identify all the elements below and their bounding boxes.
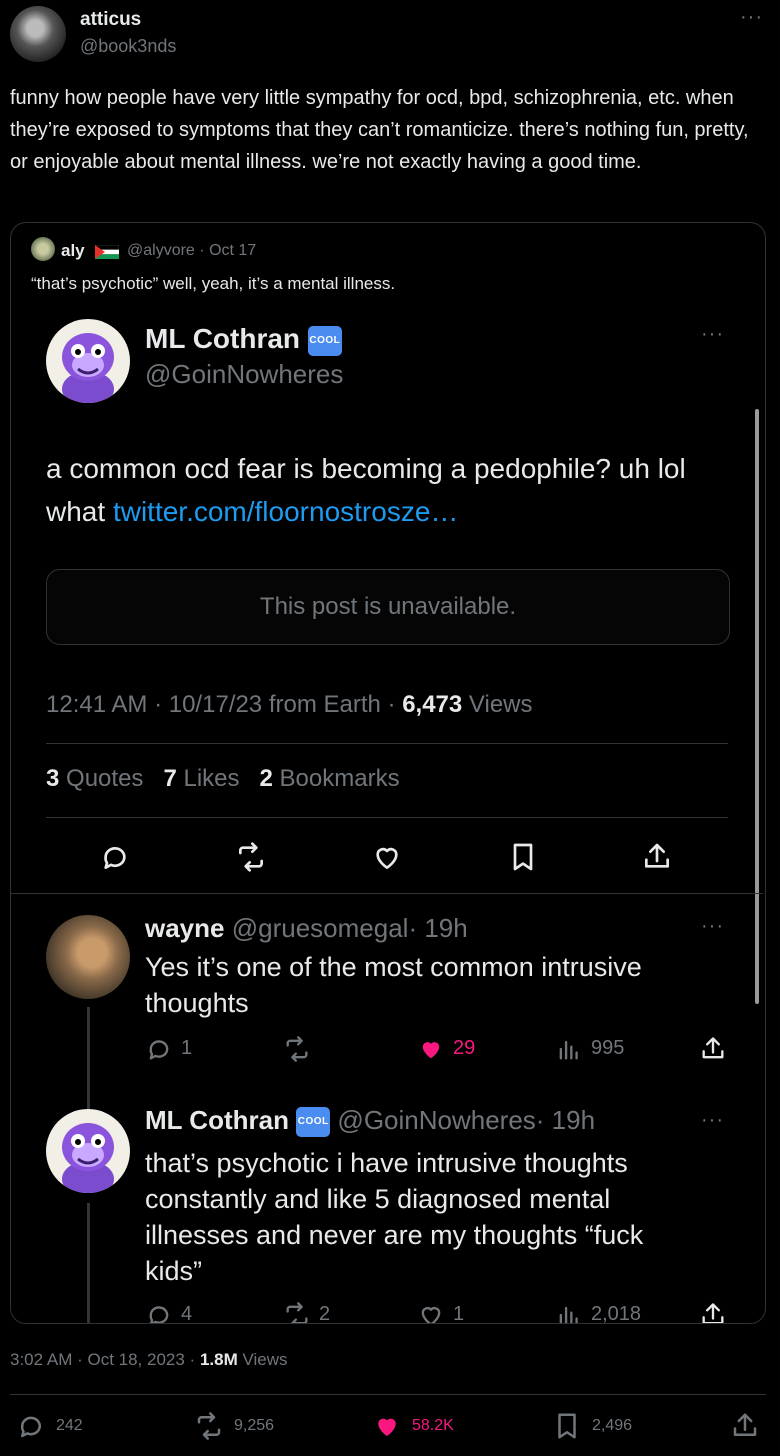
post-text-block: a common ocd fear is becoming a pedophil… [46, 447, 746, 533]
post-handle: @GoinNowheres [145, 359, 344, 389]
reply-time: · 19h [535, 1105, 596, 1135]
reply-handle: @GoinNowheres [337, 1105, 536, 1135]
reply-more-icon: ··· [701, 915, 724, 937]
bookmark-count: 2,496 [592, 1417, 633, 1434]
likes-count: 7 [163, 765, 177, 792]
cool-badge-icon: COOL [307, 325, 342, 356]
share-icon [702, 1303, 724, 1323]
reply-count: 242 [56, 1417, 83, 1434]
like-count: 58.2K [412, 1417, 454, 1434]
likes-label: Likes [183, 765, 240, 792]
post-timestamp: 12:41 AM · 10/17/23 from Earth · 6,473 V… [46, 691, 533, 719]
retweet-button[interactable]: 9,256 [194, 1410, 274, 1442]
divider [10, 1394, 766, 1395]
views-count: 995 [591, 1037, 625, 1059]
post-avatar [46, 319, 130, 403]
reply-button[interactable]: 242 [16, 1410, 83, 1442]
unavailable-post-card: This post is unavailable. [46, 569, 730, 645]
more-options-icon[interactable]: ··· [740, 6, 763, 29]
tweet-time[interactable]: 3:02 AM · Oct 18, 2023 · [10, 1350, 195, 1369]
retweet-icon [197, 1412, 221, 1440]
views-icon [559, 1306, 578, 1323]
quote-handle: @alyvore [127, 242, 195, 259]
like-icon [421, 1307, 441, 1323]
retweet-icon [286, 1302, 308, 1323]
divider [46, 817, 728, 818]
views-count: 2,018 [591, 1303, 642, 1324]
reply-icon [20, 1416, 41, 1438]
quote-separator: · [199, 242, 205, 259]
share-icon [702, 1037, 724, 1059]
reply-avatar [46, 1109, 130, 1193]
quoted-tweet[interactable]: aly @alyvore · Oct 17 “that’s psychotic”… [10, 222, 766, 1324]
quote-text: “that’s psychotic” well, yeah, it’s a me… [31, 274, 396, 293]
reply-time: · 19h [408, 913, 468, 943]
post-views-label: Views [468, 691, 533, 718]
post-author-name: ML Cothran [145, 323, 301, 354]
tweet-meta: 3:02 AM · Oct 18, 2023 · 1.8M Views [10, 1350, 288, 1370]
cool-badge-icon: COOL [296, 1107, 331, 1138]
liked-heart-icon [422, 1042, 440, 1059]
share-button[interactable] [730, 1410, 760, 1442]
post-stats: 3 Quotes 7 Likes 2 Bookmarks [46, 765, 400, 793]
tweet-text: funny how people have very little sympat… [10, 87, 749, 173]
reply-text: that’s psychotic i have intrusive though… [145, 1148, 644, 1286]
bookmark-button[interactable]: 2,496 [552, 1410, 632, 1442]
palestine-flag-icon [95, 245, 119, 259]
reply-icon [149, 1306, 169, 1323]
retweet-count: 2 [319, 1303, 331, 1324]
tweet-views-label: Views [242, 1350, 288, 1369]
retweet-icon [239, 842, 263, 872]
post-time: 12:41 AM · 10/17/23 from Earth · [46, 691, 396, 718]
divider [46, 743, 728, 744]
reply-header: ML Cothran COOL @GoinNowheres· 19h [145, 1105, 596, 1138]
quote-meta: @alyvore · Oct 17 [127, 242, 256, 260]
retweet-count: 9,256 [234, 1417, 275, 1434]
reply-header: wayne @gruesomegal· 19h [145, 913, 468, 944]
quote-avatar [31, 237, 55, 261]
bookmarks-count: 2 [259, 765, 273, 792]
embedded-screenshot: ML Cothran COOL @GoinNowheres ··· a comm… [11, 313, 763, 1323]
share-icon [733, 1413, 757, 1436]
post-views-count: 6,473 [402, 691, 463, 718]
post-author: ML Cothran COOL [145, 323, 342, 356]
reply-more-icon: ··· [701, 1109, 724, 1131]
thread-line [87, 1007, 90, 1113]
reply-name: wayne [145, 913, 225, 943]
reply-icon [104, 847, 126, 869]
like-button[interactable]: 58.2K [372, 1410, 454, 1442]
share-icon [645, 843, 669, 868]
quotes-count: 3 [46, 765, 60, 792]
like-count: 1 [453, 1303, 465, 1324]
post-more-icon: ··· [701, 323, 724, 345]
reply-name: ML Cothran [145, 1105, 289, 1135]
author-name[interactable]: atticus [80, 9, 141, 31]
author-handle[interactable]: @book3nds [80, 36, 176, 57]
thread-line [87, 1203, 90, 1323]
quote-author-name: aly [61, 241, 85, 260]
tweet-views-count: 1.8M [199, 1350, 238, 1369]
quote-date: Oct 17 [209, 242, 257, 259]
reply-handle: @gruesomegal [231, 913, 409, 943]
reply-avatar [46, 915, 130, 999]
bookmark-icon [558, 1413, 576, 1439]
bookmark-icon [513, 843, 533, 871]
divider [11, 893, 763, 894]
views-icon [559, 1040, 578, 1060]
reply-count: 1 [181, 1037, 193, 1059]
like-count: 29 [453, 1037, 476, 1059]
liked-heart-icon [378, 1418, 396, 1436]
reply-text: Yes it’s one of the most common intrusiv… [145, 952, 642, 1018]
screenshot-scrollbar [755, 409, 759, 1004]
reply-count: 4 [181, 1303, 193, 1324]
like-icon [376, 847, 398, 869]
author-avatar[interactable] [10, 6, 66, 62]
post-link: twitter.com/floornostrosze… [112, 496, 459, 527]
retweet-icon [286, 1036, 308, 1062]
bookmarks-label: Bookmarks [279, 765, 400, 792]
reply-icon [149, 1040, 169, 1060]
quotes-label: Quotes [66, 765, 144, 792]
